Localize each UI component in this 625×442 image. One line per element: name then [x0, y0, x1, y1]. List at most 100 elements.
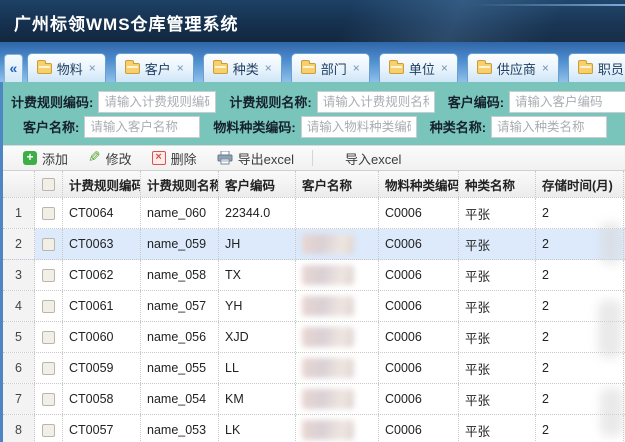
row-number: 1 — [3, 198, 35, 228]
table-row[interactable]: 2 CT0063 name_059 JH C0006 平张 2 — [3, 229, 625, 260]
tab-close-icon[interactable]: × — [265, 61, 272, 75]
filter-input[interactable] — [491, 116, 607, 138]
export-excel-button[interactable]: 导出excel — [207, 146, 304, 170]
add-label: 添加 — [42, 149, 68, 168]
filter-label: 物料种类编码: — [213, 117, 295, 136]
tab-label: 职员 — [598, 59, 624, 78]
cell-customer-code: LL — [219, 353, 296, 383]
cell-category-name: 平张 — [459, 260, 536, 290]
filter-input[interactable] — [509, 91, 625, 113]
column-header[interactable]: 种类名称 — [459, 171, 536, 197]
filter-input[interactable] — [317, 91, 435, 113]
cell-billing-rule-name: name_055 — [141, 353, 219, 383]
cell-customer-code: LK — [219, 415, 296, 442]
tab-label: 物料 — [57, 59, 83, 78]
cell-billing-rule-code: CT0059 — [63, 353, 141, 383]
cell-storage-months: 2 — [536, 353, 624, 383]
filter-input[interactable] — [98, 91, 216, 113]
table-row[interactable]: 4 CT0061 name_057 YH C0006 平张 2 — [3, 291, 625, 322]
app-header: 广州标领WMS仓库管理系统 — [0, 0, 625, 42]
cell-customer-code: KM — [219, 384, 296, 414]
grid-body: 1 CT0064 name_060 22344.0 C0006 平张 2 — [3, 198, 625, 442]
table-row[interactable]: 7 CT0058 name_054 KM C0006 平张 2 — [3, 384, 625, 415]
import-excel-button[interactable]: 导入excel — [321, 146, 411, 170]
tab-close-icon[interactable]: × — [542, 61, 549, 75]
tab-close-icon[interactable]: × — [353, 61, 360, 75]
table-row[interactable]: 3 CT0062 name_058 TX C0006 平张 2 — [3, 260, 625, 291]
filter-row-2: 客户名称: 物料种类编码: 种类名称: — [11, 114, 621, 139]
row-checkbox[interactable] — [42, 362, 55, 375]
folder-icon — [37, 63, 52, 74]
cell-storage-months: 2 — [536, 260, 624, 290]
table-row[interactable]: 8 CT0057 name_053 LK C0006 平张 2 — [3, 415, 625, 442]
tab-item[interactable]: 部门 × — [291, 53, 370, 82]
cell-category-code: C0006 — [379, 322, 459, 352]
cell-category-code: C0006 — [379, 198, 459, 228]
tabs-scroll-left-icon[interactable]: « — [4, 54, 23, 82]
column-header[interactable]: 存储时间(月) — [536, 171, 624, 197]
filter-input[interactable] — [84, 116, 200, 138]
redacted-blur — [302, 234, 354, 254]
folder-icon — [125, 63, 140, 74]
row-checkbox[interactable] — [42, 300, 55, 313]
table-row[interactable]: 6 CT0059 name_055 LL C0006 平张 2 — [3, 353, 625, 384]
filter-field: 种类名称: — [430, 116, 607, 138]
row-checkbox-cell — [35, 260, 63, 290]
cell-category-name: 平张 — [459, 198, 536, 228]
row-checkbox-cell — [35, 198, 63, 228]
cell-billing-rule-code: CT0060 — [63, 322, 141, 352]
cell-storage-months: 2 — [536, 198, 624, 228]
column-header[interactable]: 客户编码 — [219, 171, 296, 197]
folder-icon — [578, 63, 593, 74]
filter-input[interactable] — [301, 116, 417, 138]
row-number: 6 — [3, 353, 35, 383]
tab-close-icon[interactable]: × — [441, 61, 448, 75]
tab-item[interactable]: 单位 × — [379, 53, 458, 82]
filter-field: 计费规则编码: — [11, 91, 216, 113]
data-grid: 计费规则编码 计费规则名称 客户编码 客户名称 物料种类编码 种类名称 存储时间… — [3, 171, 625, 442]
filter-label: 客户编码: — [448, 92, 504, 111]
folder-icon — [301, 63, 316, 74]
add-button[interactable]: + 添加 — [13, 146, 78, 170]
cell-customer-name — [296, 384, 379, 414]
tab-bar: « 物料 × 客户 × 种类 × 部门 × — [0, 42, 625, 82]
tab-item[interactable]: 客户 × — [115, 53, 194, 82]
delete-button[interactable]: × 删除 — [142, 146, 207, 170]
row-checkbox[interactable] — [42, 269, 55, 282]
column-header[interactable]: 物料种类编码 — [379, 171, 459, 197]
cell-billing-rule-name: name_053 — [141, 415, 219, 442]
cell-customer-name — [296, 260, 379, 290]
main-content: 计费规则编码: 计费规则名称: 客户编码: 客户名称: — [0, 82, 625, 442]
filter-label: 计费规则编码: — [11, 92, 93, 111]
printer-icon — [217, 151, 233, 165]
cell-billing-rule-code: CT0061 — [63, 291, 141, 321]
tab-close-icon[interactable]: × — [89, 61, 96, 75]
row-checkbox[interactable] — [42, 331, 55, 344]
tab-close-icon[interactable]: × — [177, 61, 184, 75]
grid-header-row: 计费规则编码 计费规则名称 客户编码 客户名称 物料种类编码 种类名称 存储时间… — [3, 171, 625, 198]
edit-button[interactable]: ✎ 修改 — [78, 146, 142, 170]
tab-item[interactable]: 职员 × — [568, 53, 625, 82]
tab-item[interactable]: 种类 × — [203, 53, 282, 82]
filter-row-1: 计费规则编码: 计费规则名称: 客户编码: — [11, 89, 621, 114]
table-row[interactable]: 1 CT0064 name_060 22344.0 C0006 平张 2 — [3, 198, 625, 229]
tab-item[interactable]: 供应商 × — [467, 53, 559, 82]
redacted-blur — [302, 358, 354, 378]
column-header[interactable]: 客户名称 — [296, 171, 379, 197]
column-header[interactable]: 计费规则名称 — [141, 171, 219, 197]
tab-item[interactable]: 物料 × — [27, 53, 106, 82]
row-checkbox[interactable] — [42, 238, 55, 251]
cell-category-code: C0006 — [379, 229, 459, 259]
select-all-checkbox[interactable] — [42, 178, 55, 191]
row-checkbox[interactable] — [42, 424, 55, 437]
column-header[interactable]: 计费规则编码 — [63, 171, 141, 197]
cell-customer-name — [296, 322, 379, 352]
row-checkbox[interactable] — [42, 393, 55, 406]
grid-toolbar: + 添加 ✎ 修改 × 删除 导出excel 导入excel — [3, 145, 625, 171]
table-row[interactable]: 5 CT0060 name_056 XJD C0006 平张 2 — [3, 322, 625, 353]
cell-billing-rule-code: CT0062 — [63, 260, 141, 290]
tab-label: 客户 — [145, 59, 171, 78]
cell-storage-months: 2 — [536, 291, 624, 321]
cell-billing-rule-name: name_059 — [141, 229, 219, 259]
row-checkbox[interactable] — [42, 207, 55, 220]
